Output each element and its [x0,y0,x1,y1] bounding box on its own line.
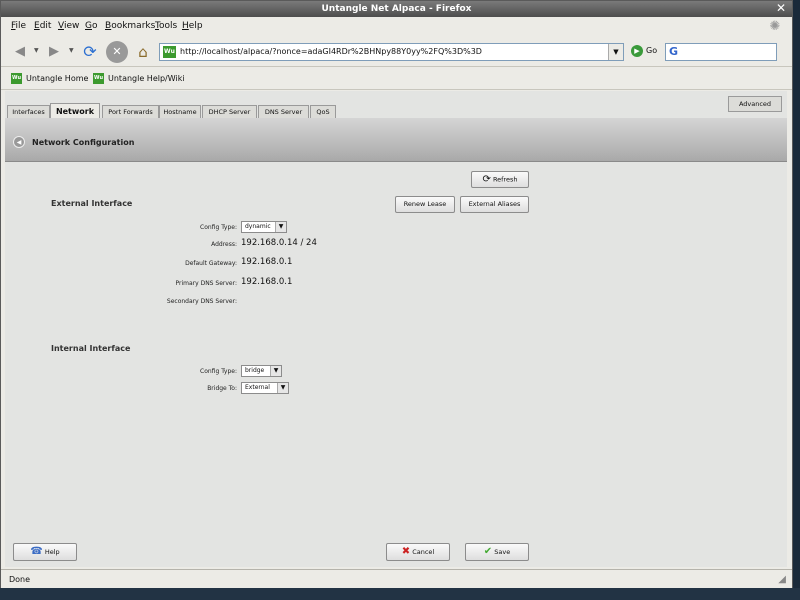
refresh-icon: ⟳ [482,174,491,185]
url-dropdown-icon[interactable]: ▼ [608,44,623,60]
status-text: Done [9,575,31,584]
collapse-arrow-icon[interactable]: ◀ [13,136,25,148]
chevron-down-icon: ▼ [270,366,281,376]
status-bar: Done ◢ [1,569,792,588]
browser-window: Untangle Net Alpaca - Firefox ✕ File Edi… [0,0,793,588]
external-config-type-select[interactable]: dynamic ▼ [241,221,287,233]
cancel-label: Cancel [412,548,435,556]
menu-edit[interactable]: Edit [34,21,51,31]
stop-icon[interactable]: ✕ [106,41,128,63]
address-label: Address: [211,241,237,248]
reload-icon[interactable]: ⟳ [79,41,101,63]
internal-config-type-label: Config Type: [200,368,237,375]
menu-bar: File Edit View Go Bookmarks Tools Help [1,18,792,36]
bookmark-favicon-icon: Wu [93,73,104,84]
help-icon: ☎ [30,546,43,557]
help-label: Help [44,548,60,556]
forward-dropdown-icon[interactable]: ▼ [69,47,74,54]
site-favicon-icon: Wu [163,46,176,58]
back-arrow-icon[interactable]: ◀ [9,41,31,63]
tab-hostname[interactable]: Hostname [159,105,201,119]
default-gateway-value: 192.168.0.1 [241,257,293,267]
chevron-down-icon: ▼ [277,383,288,393]
window-title: Untangle Net Alpaca - Firefox [321,4,472,14]
url-text[interactable]: http://localhost/alpaca/?nonce=adaGI4RDr… [180,47,482,56]
menu-view[interactable]: View [58,21,79,31]
page-title: Network Configuration [32,138,135,147]
menu-go[interactable]: Go [85,21,98,31]
action-bar: ☎ Help ✖ Cancel ✔ Save [5,543,787,567]
refresh-button[interactable]: ⟳ Refresh [471,171,529,188]
url-bar[interactable]: Wu http://localhost/alpaca/?nonce=adaGI4… [159,43,624,61]
config-panel: ⟳ Refresh External Interface Renew Lease… [5,163,787,567]
section-header: ◀ Network Configuration [5,118,787,162]
cancel-x-icon: ✖ [401,546,411,557]
go-arrow-icon: ▶ [631,45,643,57]
refresh-label: Refresh [492,175,518,184]
tab-port-forwards[interactable]: Port Forwards [102,105,159,119]
home-icon[interactable]: ⌂ [132,41,154,63]
menu-help[interactable]: Help [182,21,203,31]
bookmark-favicon-icon: Wu [11,73,22,84]
go-button[interactable]: ▶ Go [631,45,657,57]
close-icon[interactable]: ✕ [774,2,788,15]
resize-grip-icon[interactable]: ◢ [778,574,786,585]
external-interface-title: External Interface [51,199,133,208]
google-search-icon: G [669,45,679,58]
tab-dns-server[interactable]: DNS Server [258,105,309,119]
forward-arrow-icon[interactable]: ▶ [43,41,65,63]
external-aliases-button[interactable]: External Aliases [460,196,529,213]
tab-network[interactable]: Network [50,103,100,119]
internal-config-type-select[interactable]: bridge ▼ [241,365,282,377]
advanced-button[interactable]: Advanced [728,96,782,112]
bookmark-untangle-help[interactable]: Wu Untangle Help/Wiki [93,73,185,84]
secondary-dns-label: Secondary DNS Server: [166,298,237,305]
go-label: Go [646,46,658,55]
menu-bookmarks[interactable]: Bookmarks [105,21,155,31]
config-type-label: Config Type: [200,224,237,231]
throbber-icon: ✺ [769,19,781,34]
save-label: Save [494,548,511,556]
select-value: bridge [245,367,265,374]
save-button[interactable]: ✔ Save [465,543,529,561]
address-value: 192.168.0.14 / 24 [241,238,317,248]
tab-interfaces[interactable]: Interfaces [7,105,50,119]
back-dropdown-icon[interactable]: ▼ [34,47,39,54]
primary-dns-value: 192.168.0.1 [241,277,293,287]
renew-lease-button[interactable]: Renew Lease [395,196,455,213]
desktop-taskbar [0,588,800,600]
primary-dns-label: Primary DNS Server: [175,280,237,287]
help-button[interactable]: ☎ Help [13,543,77,561]
bookmark-label: Untangle Help/Wiki [108,74,185,83]
tab-qos[interactable]: QoS [310,105,336,119]
internal-interface-title: Internal Interface [51,344,131,353]
window-titlebar: Untangle Net Alpaca - Firefox ✕ [1,1,792,17]
bridge-to-label: Bridge To: [207,385,237,392]
cancel-button[interactable]: ✖ Cancel [386,543,450,561]
desktop-edge [793,0,800,588]
bookmarks-toolbar: Wu Untangle Home Wu Untangle Help/Wiki [1,68,792,90]
menu-tools[interactable]: Tools [155,21,177,31]
chevron-down-icon: ▼ [275,222,286,232]
search-input[interactable]: G [665,43,777,61]
page-content: Interfaces Network Port Forwards Hostnam… [5,91,787,567]
menu-file[interactable]: File [11,21,26,31]
select-value: dynamic [245,223,271,230]
select-value: External [245,384,270,391]
default-gateway-label: Default Gateway: [185,260,237,267]
save-check-icon: ✔ [483,546,493,557]
tab-dhcp-server[interactable]: DHCP Server [202,105,257,119]
bookmark-label: Untangle Home [26,74,89,83]
bookmark-untangle-home[interactable]: Wu Untangle Home [11,73,88,84]
navigation-toolbar: ◀ ▼ ▶ ▼ ⟳ ✕ ⌂ Wu http://localhost/alpaca… [1,37,792,67]
bridge-to-select[interactable]: External ▼ [241,382,289,394]
